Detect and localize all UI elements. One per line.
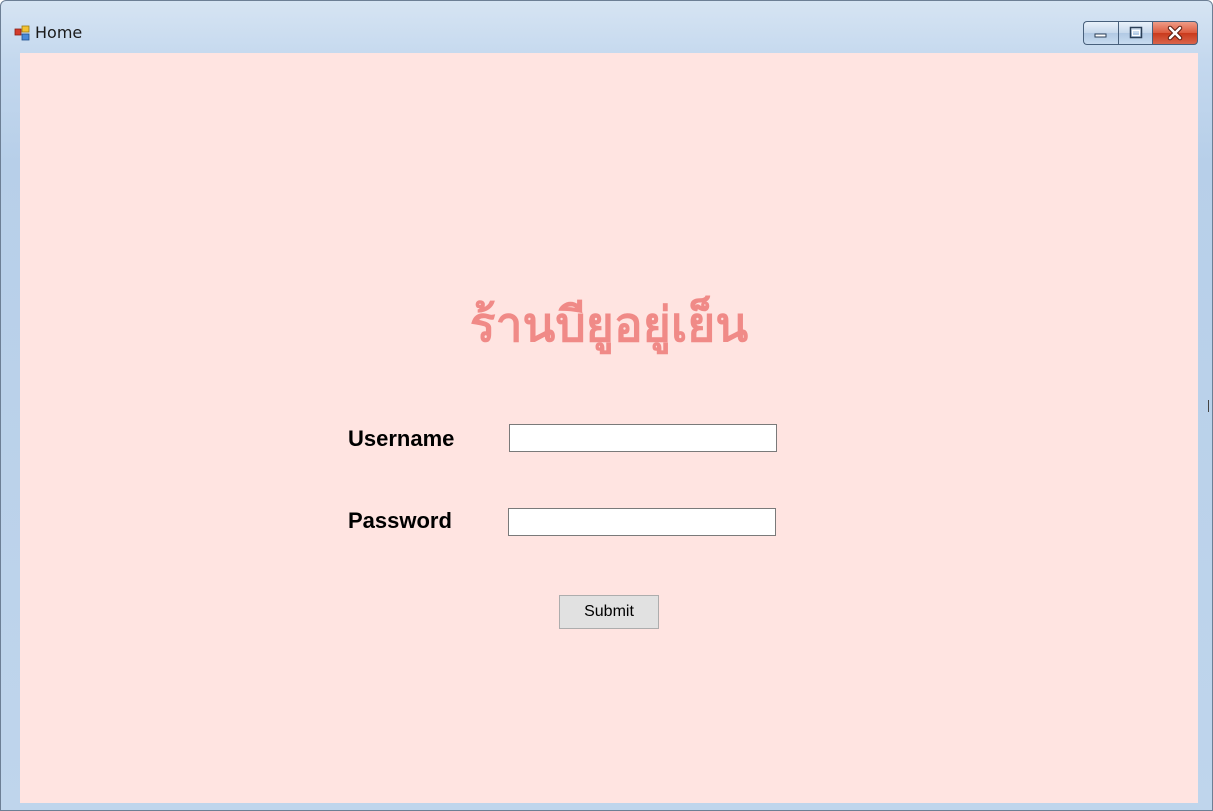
minimize-button[interactable]	[1083, 21, 1118, 45]
username-label: Username	[348, 426, 455, 451]
submit-button[interactable]: Submit	[559, 595, 659, 629]
resize-handle[interactable]	[1208, 400, 1213, 412]
maximize-button[interactable]	[1118, 21, 1152, 45]
window-title: Home	[35, 23, 83, 42]
form-client-area: ร้านบียูอยู่เย็น Username Password Submi…	[20, 53, 1198, 803]
username-input[interactable]	[509, 424, 777, 452]
close-icon	[1167, 25, 1183, 41]
password-label: Password	[348, 508, 452, 533]
app-icon	[14, 25, 30, 41]
close-button[interactable]	[1152, 21, 1198, 45]
minimize-icon	[1094, 33, 1107, 38]
password-input[interactable]	[508, 508, 776, 536]
window-controls	[1083, 21, 1198, 47]
app-window: Home ร้านบียูอยู่เย็น Username Password …	[0, 0, 1213, 811]
shop-title: ร้านบียูอยู่เย็น	[469, 297, 749, 353]
title-bar[interactable]: Home	[1, 1, 1212, 51]
maximize-icon	[1129, 26, 1142, 39]
